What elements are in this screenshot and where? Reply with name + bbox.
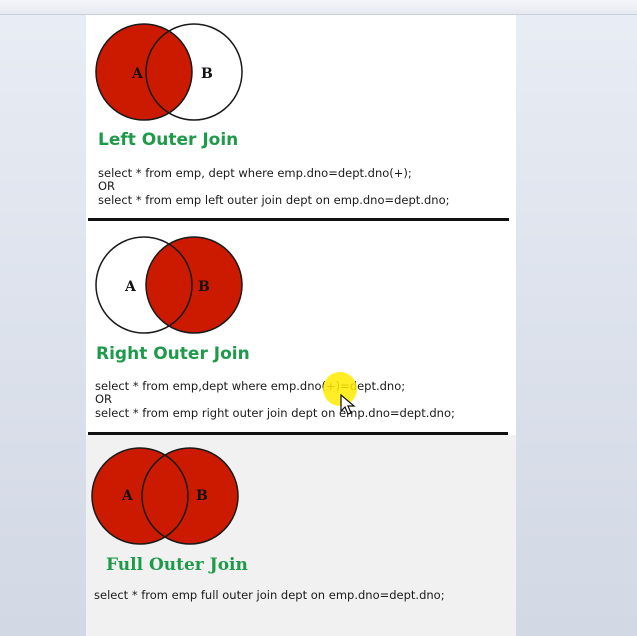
venn-full-outer: A B	[91, 447, 239, 545]
title-left-outer-join: Left Outer Join	[98, 130, 239, 150]
or-left: OR	[98, 179, 116, 193]
query-left-1: select * from emp, dept where emp.dno=de…	[98, 166, 412, 180]
top-bar	[0, 0, 637, 15]
query-left-2: select * from emp left outer join dept o…	[98, 193, 450, 207]
query-right-1: select * from emp,dept where emp.dno(+)=…	[95, 379, 406, 393]
venn-right-outer: A B	[95, 236, 243, 334]
query-full-1: select * from emp full outer join dept o…	[94, 588, 445, 602]
label-a: A	[124, 279, 137, 295]
query-right-2: select * from emp right outer join dept …	[95, 406, 455, 420]
label-a: A	[131, 66, 144, 82]
divider-1	[88, 218, 509, 221]
title-full-outer-join: Full Outer Join	[106, 555, 248, 575]
title-right-outer-join: Right Outer Join	[96, 344, 250, 364]
label-b: B	[198, 279, 210, 295]
or-right: OR	[95, 392, 113, 406]
label-b: B	[201, 66, 213, 82]
label-b: B	[196, 488, 208, 504]
label-a: A	[121, 488, 134, 504]
venn-left-outer: A B	[95, 23, 243, 121]
mouse-pointer-icon	[340, 394, 356, 415]
divider-2	[88, 432, 508, 435]
